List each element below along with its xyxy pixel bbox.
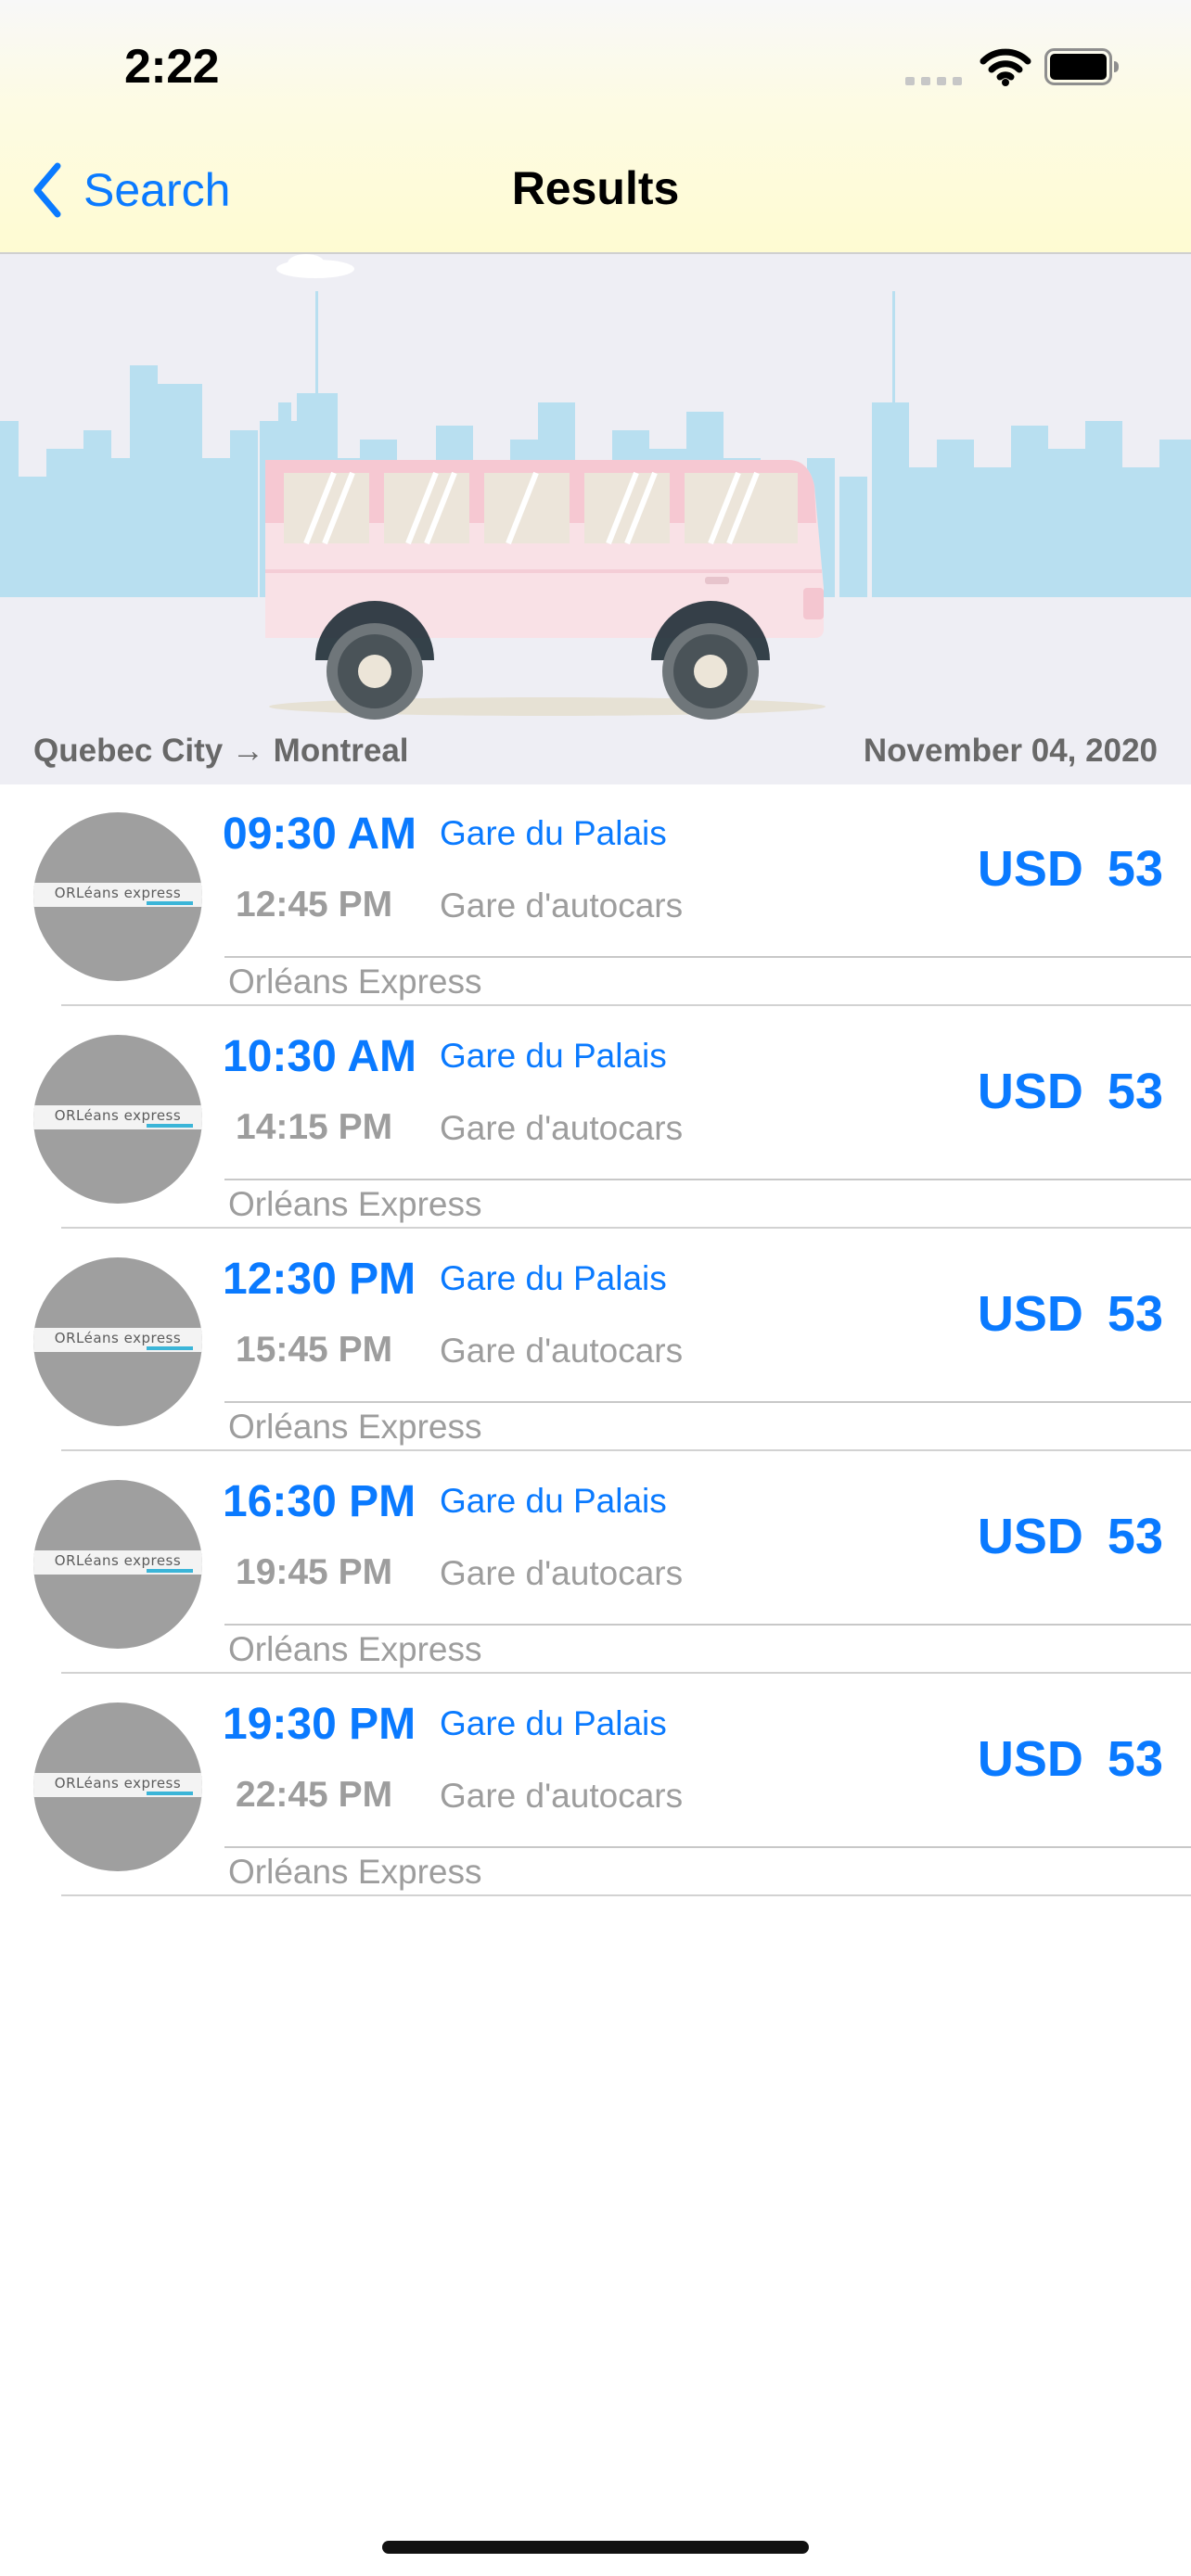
departure-station: Gare du Palais (440, 1037, 667, 1075)
fare-amount: 53 (1107, 1064, 1163, 1119)
fare-price: USD 53 (978, 1508, 1163, 1565)
operator-logo-accent (147, 1124, 193, 1128)
operator-logo-accent (147, 1346, 193, 1350)
route-banner (0, 254, 1191, 784)
status-bar-time: 2:22 (124, 40, 220, 94)
cellular-signal-icon (905, 76, 963, 85)
arrival-station: Gare d'autocars (440, 1109, 684, 1147)
operator-logo-text: ORLéans express (54, 1330, 182, 1346)
wifi-icon (980, 48, 1031, 86)
departure-time: 09:30 AM (223, 810, 416, 859)
operator-name: Orléans Express (228, 1853, 482, 1891)
arrival-time: 12:45 PM (236, 885, 393, 925)
bus-city-illustration (0, 254, 1191, 720)
fare-currency: USD (977, 1731, 1083, 1787)
fare-currency: USD (977, 1509, 1083, 1564)
arrival-time: 22:45 PM (236, 1775, 393, 1815)
row-separator (61, 1449, 1191, 1451)
operator-logo-text: ORLéans express (54, 1552, 182, 1569)
row-separator (61, 1894, 1191, 1896)
results-list: ORLéans express 09:30 AM Gare du Palais … (6, 784, 1191, 1897)
row-separator (61, 1227, 1191, 1229)
fare-price: USD 53 (978, 1285, 1163, 1343)
fare-currency: USD (977, 1064, 1083, 1119)
row-divider (224, 1401, 1191, 1403)
operator-logo: ORLéans express (33, 1702, 202, 1871)
fare-price: USD 53 (978, 1730, 1163, 1788)
departure-station: Gare du Palais (440, 814, 667, 852)
arrival-station: Gare d'autocars (440, 886, 684, 925)
arrival-station: Gare d'autocars (440, 1332, 684, 1370)
operator-logo-accent (147, 901, 193, 905)
navigation-header: 2:22 Search Results (0, 0, 1191, 254)
arrival-time: 19:45 PM (236, 1552, 393, 1592)
arrival-time: 15:45 PM (236, 1330, 393, 1370)
departure-station: Gare du Palais (440, 1482, 667, 1520)
operator-logo-accent (147, 1569, 193, 1573)
fare-price: USD 53 (978, 1063, 1163, 1120)
result-row[interactable]: ORLéans express 10:30 AM Gare du Palais … (6, 1007, 1191, 1230)
operator-logo-text: ORLéans express (54, 885, 182, 901)
departure-time: 12:30 PM (223, 1255, 416, 1304)
row-separator (61, 1672, 1191, 1674)
operator-logo-text: ORLéans express (54, 1775, 182, 1792)
departure-time: 19:30 PM (223, 1700, 416, 1749)
arrival-station: Gare d'autocars (440, 1777, 684, 1815)
operator-logo: ORLéans express (33, 1257, 202, 1426)
departure-time: 16:30 PM (223, 1477, 416, 1526)
fare-currency: USD (977, 841, 1083, 897)
operator-name: Orléans Express (228, 963, 482, 1001)
result-row[interactable]: ORLéans express 12:30 PM Gare du Palais … (6, 1230, 1191, 1452)
operator-logo: ORLéans express (33, 812, 202, 981)
home-indicator[interactable] (382, 2541, 809, 2554)
operator-name: Orléans Express (228, 1630, 482, 1668)
result-row[interactable]: ORLéans express 09:30 AM Gare du Palais … (6, 784, 1191, 1007)
departure-station: Gare du Palais (440, 1704, 667, 1742)
operator-logo-text: ORLéans express (54, 1107, 182, 1124)
fare-amount: 53 (1107, 841, 1163, 897)
row-divider (224, 1846, 1191, 1848)
result-row[interactable]: ORLéans express 19:30 PM Gare du Palais … (6, 1675, 1191, 1897)
fare-amount: 53 (1107, 1731, 1163, 1787)
row-divider (224, 1624, 1191, 1626)
arrival-time: 14:15 PM (236, 1107, 393, 1147)
arrival-station: Gare d'autocars (440, 1554, 684, 1592)
operator-name: Orléans Express (228, 1408, 482, 1446)
departure-station: Gare du Palais (440, 1259, 667, 1297)
operator-logo: ORLéans express (33, 1480, 202, 1649)
row-divider (224, 956, 1191, 958)
row-separator (61, 1004, 1191, 1006)
fare-amount: 53 (1107, 1286, 1163, 1342)
route-label: Quebec City → Montreal (33, 733, 409, 769)
operator-logo: ORLéans express (33, 1035, 202, 1204)
page-title: Results (511, 162, 680, 214)
result-row[interactable]: ORLéans express 16:30 PM Gare du Palais … (6, 1452, 1191, 1675)
travel-date: November 04, 2020 (863, 733, 1158, 769)
departure-time: 10:30 AM (223, 1032, 416, 1081)
operator-name: Orléans Express (228, 1185, 482, 1223)
fare-currency: USD (977, 1286, 1083, 1342)
operator-logo-accent (147, 1792, 193, 1795)
row-divider (224, 1179, 1191, 1180)
fare-amount: 53 (1107, 1509, 1163, 1564)
battery-icon (1044, 48, 1119, 85)
fare-price: USD 53 (978, 840, 1163, 898)
